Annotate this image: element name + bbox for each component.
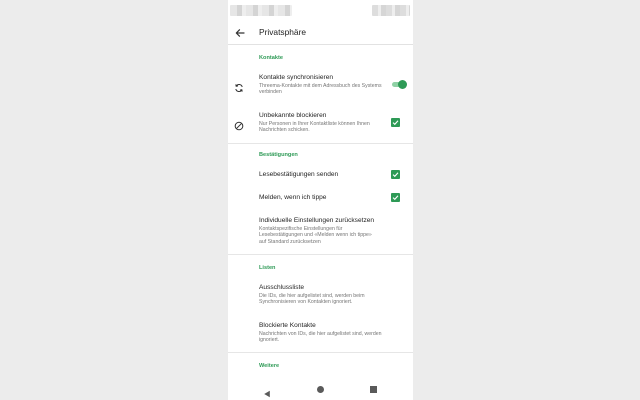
section-header-kontakte: Kontakte xyxy=(259,55,283,61)
pref-read-receipts[interactable]: Lesebestätigungen senden xyxy=(228,166,413,184)
phone-screen: Privatsphäre Kontakte Kontakte synchroni… xyxy=(228,0,413,400)
pref-blocked-contacts-title: Blockierte Kontakte xyxy=(259,322,316,329)
pref-block-unknown-summary: Nur Personen in Ihrer Kontaktliste könne… xyxy=(259,121,370,134)
pref-sync-contacts-title: Kontakte synchronisieren xyxy=(259,74,334,81)
arrow-left-icon[interactable] xyxy=(234,26,246,38)
sync-contacts-switch[interactable] xyxy=(391,80,407,89)
pref-typing-indicator-title: Melden, wenn ich tippe xyxy=(259,194,327,201)
nav-home-icon[interactable] xyxy=(317,386,324,393)
navigation-bar xyxy=(228,378,413,400)
section-header-weitere: Weitere xyxy=(259,363,280,369)
status-bar-left-blurred xyxy=(230,5,292,16)
section-divider xyxy=(228,143,413,144)
nav-back-icon[interactable] xyxy=(263,385,271,398)
status-bar xyxy=(228,0,413,20)
pref-typing-indicator[interactable]: Melden, wenn ich tippe xyxy=(228,189,413,207)
typing-indicator-checkbox[interactable] xyxy=(391,193,400,202)
pref-exclusion-list[interactable]: Ausschlussliste Die IDs, die hier aufgel… xyxy=(228,281,413,311)
status-bar-right-blurred xyxy=(372,5,410,16)
pref-exclusion-list-title: Ausschlussliste xyxy=(259,284,305,291)
section-divider xyxy=(228,352,413,353)
section-header-listen: Listen xyxy=(259,265,276,271)
pref-blocked-contacts[interactable]: Blockierte Kontakte Nachrichten von IDs,… xyxy=(228,319,413,347)
block-unknown-checkbox[interactable] xyxy=(391,118,400,127)
pref-read-receipts-title: Lesebestätigungen senden xyxy=(259,171,339,178)
pref-sync-contacts-summary: Threema-Kontakte mit dem Adressbuch des … xyxy=(259,83,382,96)
section-divider xyxy=(228,254,413,255)
block-icon xyxy=(234,118,244,131)
pref-reset-individual[interactable]: Individuelle Einstellungen zurücksetzen … xyxy=(228,214,413,250)
nav-recent-icon[interactable] xyxy=(370,386,377,393)
pref-sync-contacts[interactable]: Kontakte synchronisieren Threema-Kontakt… xyxy=(228,71,413,103)
read-receipts-checkbox[interactable] xyxy=(391,170,400,179)
section-header-bestaetigungen: Bestätigungen xyxy=(259,152,298,158)
pref-blocked-contacts-summary: Nachrichten von IDs, die hier aufgeliste… xyxy=(259,331,382,344)
pref-reset-individual-title: Individuelle Einstellungen zurücksetzen xyxy=(259,217,375,224)
page-title: Privatsphäre xyxy=(259,27,307,37)
sync-icon xyxy=(234,80,244,92)
pref-block-unknown-title: Unbekannte blockieren xyxy=(259,112,327,119)
switch-thumb xyxy=(398,80,407,89)
pref-reset-individual-summary: Kontaktspezifische Einstellungen für Les… xyxy=(259,226,372,245)
toolbar: Privatsphäre xyxy=(228,20,413,45)
pref-block-unknown[interactable]: Unbekannte blockieren Nur Personen in Ih… xyxy=(228,109,413,139)
pref-exclusion-list-summary: Die IDs, die hier aufgelistet sind, werd… xyxy=(259,293,365,306)
